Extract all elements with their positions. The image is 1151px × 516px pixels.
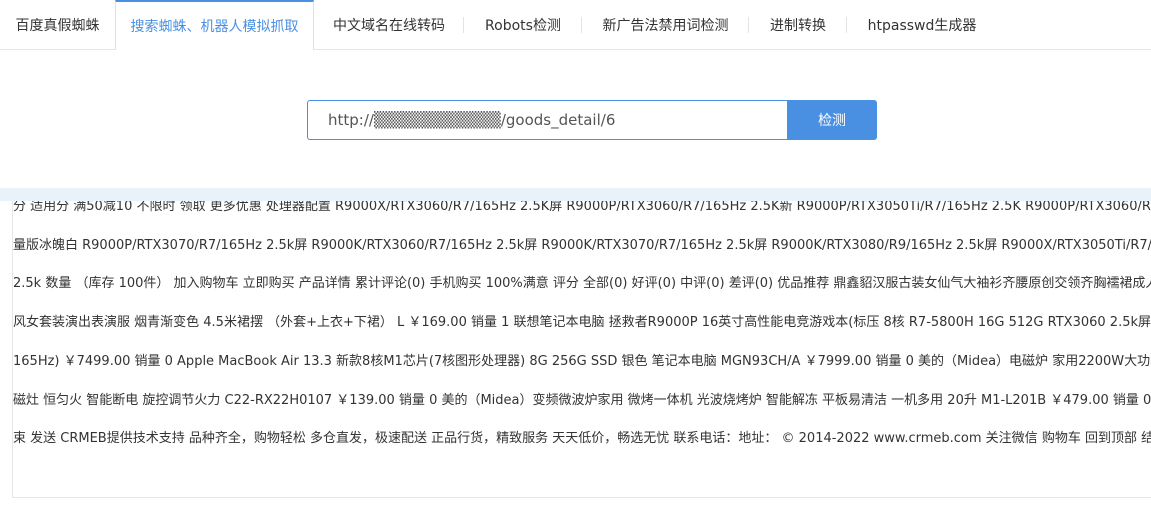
tab-base-conversion[interactable]: 进制转换 [749, 0, 847, 49]
tab-label: 进制转换 [770, 17, 826, 34]
tab-label: 中文域名在线转码 [333, 17, 445, 34]
url-input[interactable] [307, 100, 787, 140]
tab-label: 搜索蜘蛛、机器人模拟抓取 [130, 19, 299, 35]
url-check-form: 检测 [307, 100, 877, 140]
tab-label: Robots检测 [485, 17, 561, 34]
result-line: 磁灶 恒匀火 智能断电 旋控调节火力 C22-RX22H0107 ￥139.00… [13, 392, 1151, 408]
section-divider [0, 188, 1151, 201]
result-line: 束 发送 CRMEB提供技术支持 品种齐全，购物轻松 多仓直发，极速配送 正品行… [13, 431, 1151, 447]
result-line: 2.5k 数量 （库存 100件） 加入购物车 立即购买 产品详情 累计评论(0… [13, 276, 1151, 292]
tab-ad-law-word-check[interactable]: 新广告法禁用词检测 [582, 0, 749, 49]
tab-spider-simulate-crawl[interactable]: 搜索蜘蛛、机器人模拟抓取 [115, 0, 314, 50]
tab-robots-check[interactable]: Robots检测 [464, 0, 582, 49]
tab-label: 新广告法禁用词检测 [602, 17, 729, 34]
result-line: 分 适用分 满50减10 不限时 领取 更多优惠 处理器配置 R9000X/RT… [13, 201, 1151, 214]
crawl-result-text: 分 适用分 满50减10 不限时 领取 更多优惠 处理器配置 R9000X/RT… [13, 201, 1151, 459]
tab-chinese-domain-transcode[interactable]: 中文域名在线转码 [314, 0, 464, 49]
tab-baidu-spider-check[interactable]: 百度真假蜘蛛 [0, 0, 115, 49]
tab-label: htpasswd生成器 [867, 17, 977, 34]
result-line: 量版冰魄白 R9000P/RTX3070/R7/165Hz 2.5k屏 R900… [13, 237, 1151, 253]
crawl-result-panel: 分 适用分 满50减10 不限时 领取 更多优惠 处理器配置 R9000X/RT… [12, 201, 1151, 498]
tab-bar: 百度真假蜘蛛 搜索蜘蛛、机器人模拟抓取 中文域名在线转码 Robots检测 新广… [0, 0, 1151, 50]
result-line: 165Hz) ￥7499.00 销量 0 Apple MacBook Air 1… [13, 353, 1151, 369]
check-button[interactable]: 检测 [787, 100, 877, 140]
result-line: 风女套装演出表演服 烟青渐变色 4.5米裙摆 （外套+上衣+下裙） L ￥169… [13, 315, 1151, 331]
tab-htpasswd-generator[interactable]: htpasswd生成器 [847, 0, 997, 49]
tab-label: 百度真假蜘蛛 [15, 17, 100, 34]
